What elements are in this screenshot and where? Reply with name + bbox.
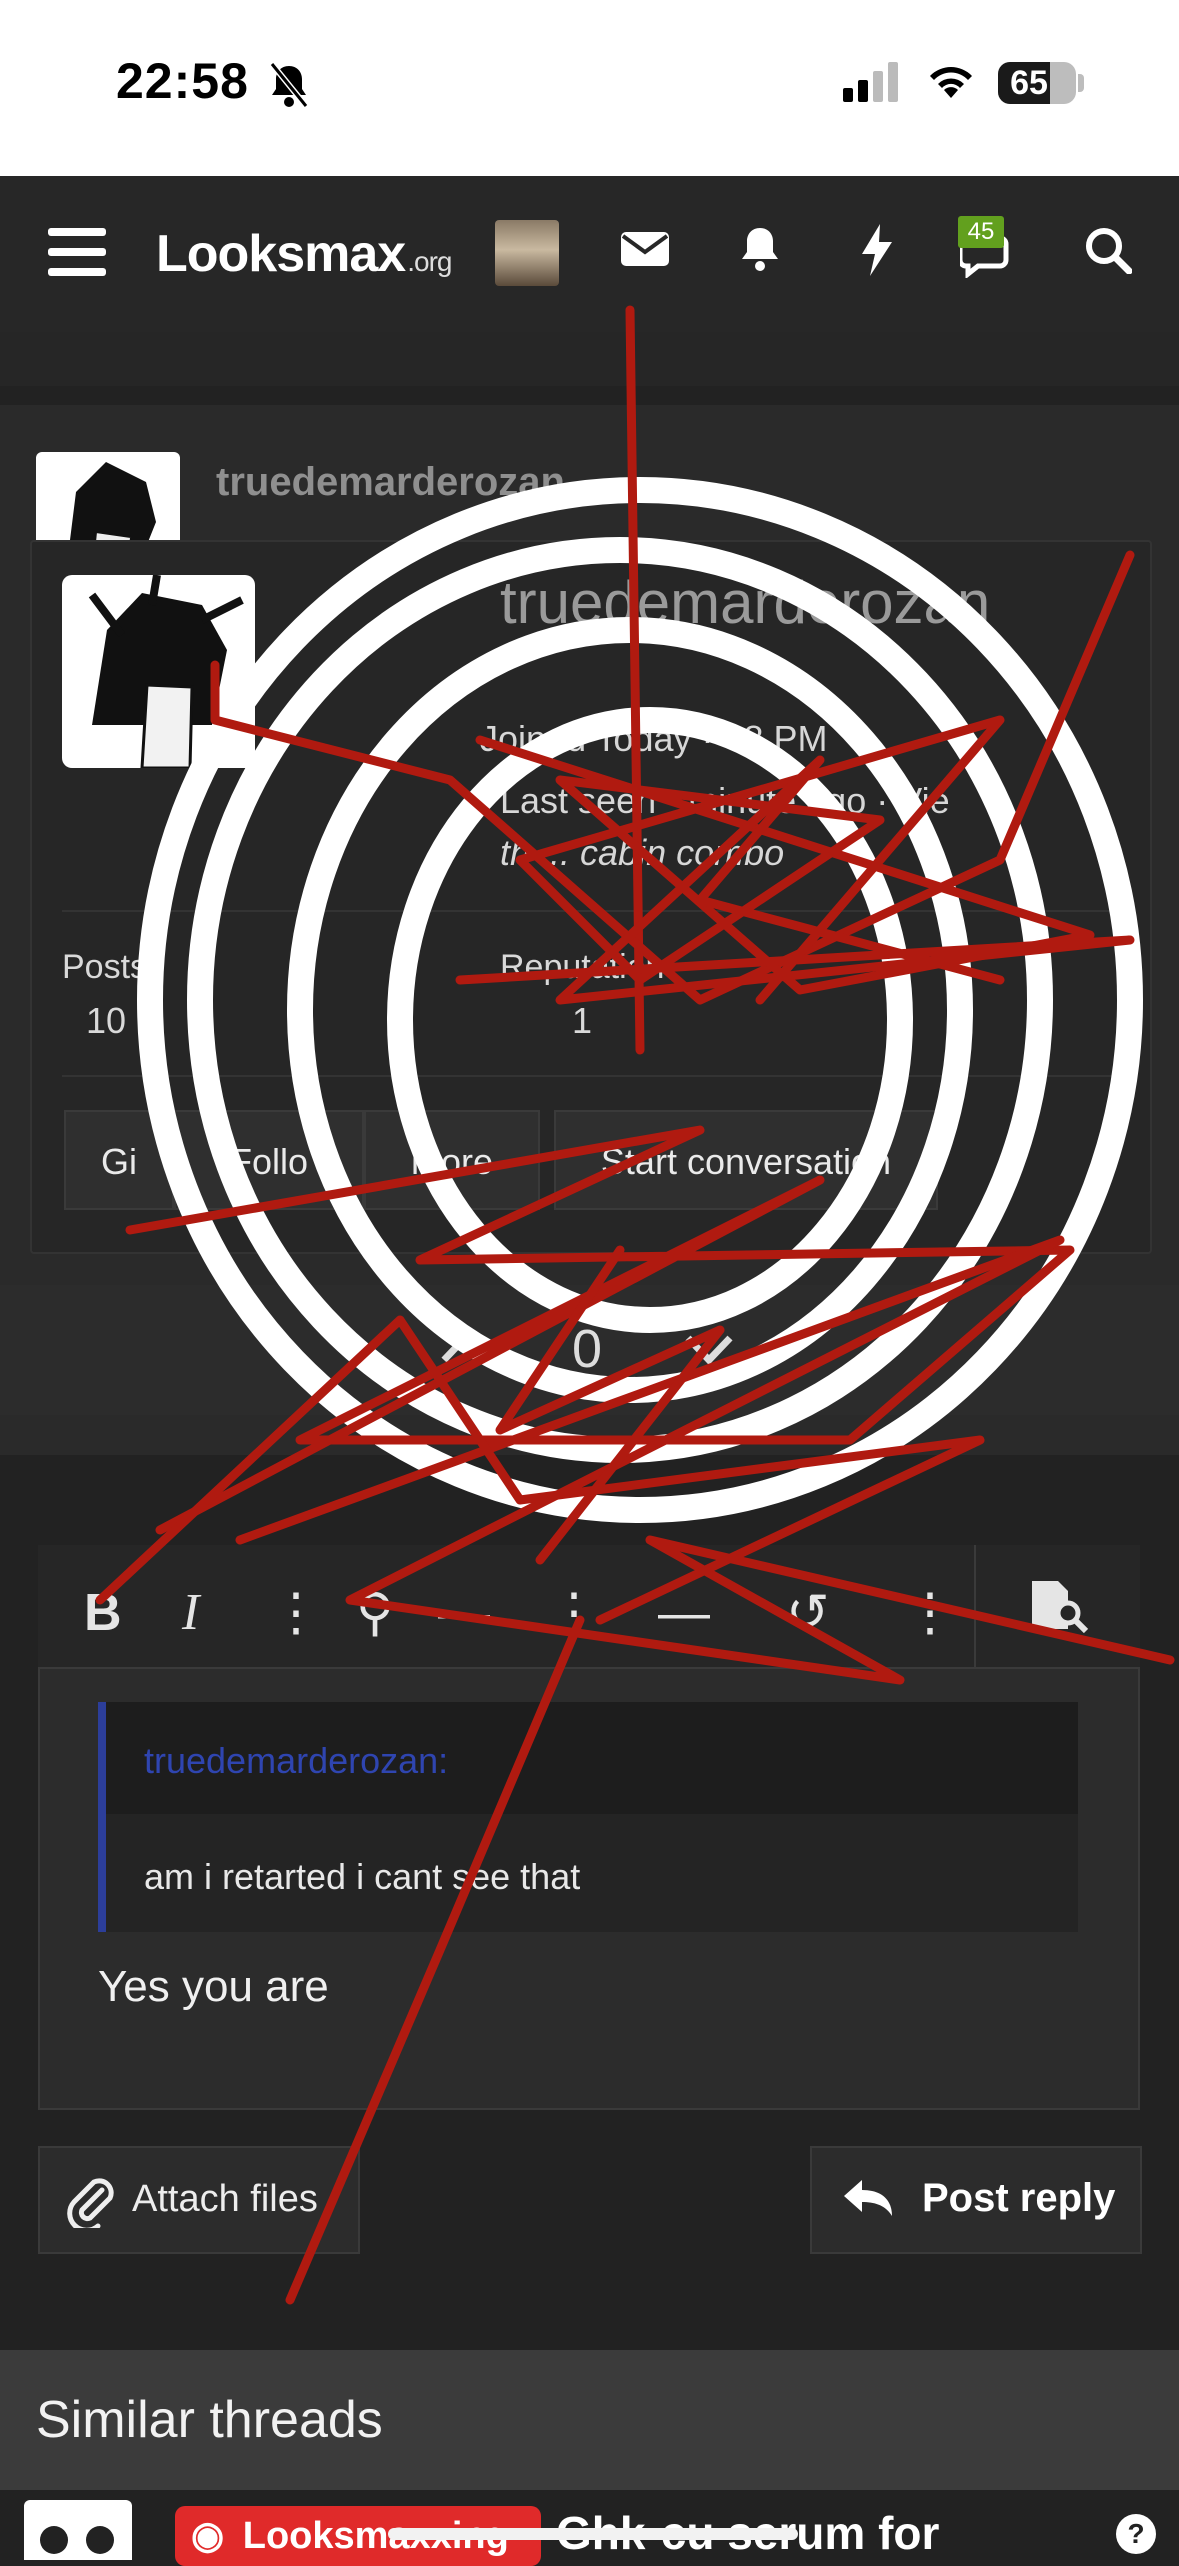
gift-button[interactable]: Gi <box>64 1110 174 1210</box>
preview-icon[interactable] <box>1028 1579 1090 1638</box>
top-nav-bar: Lᴏᴏksmax.org 45 <box>0 176 1179 332</box>
more-options-button[interactable]: more <box>364 1110 540 1210</box>
more-text-options-icon[interactable]: ⋮ <box>270 1583 322 1643</box>
member-viewing: th ... cabin combo <box>500 832 785 873</box>
stat-reputation-label: Reputation <box>500 948 665 986</box>
downvote-chevron-icon[interactable] <box>684 1334 734 1373</box>
list-icon[interactable]: — <box>438 1583 490 1643</box>
attach-files-label: Attach files <box>132 2178 318 2220</box>
inbox-icon[interactable] <box>620 228 670 273</box>
logo-suffix: .org <box>407 246 452 277</box>
toolbar-divider <box>974 1545 976 1667</box>
link-icon[interactable]: ⚲ <box>356 1583 394 1643</box>
italic-icon[interactable]: I <box>182 1583 199 1642</box>
quote-text: am i retarted i cant see that <box>144 1856 581 1897</box>
conversation-count-badge: 45 <box>958 216 1004 248</box>
member-card-avatar[interactable] <box>62 575 255 768</box>
search-icon[interactable] <box>1084 226 1133 279</box>
undo-icon[interactable]: ↺ <box>786 1583 830 1643</box>
upvote-chevron-icon[interactable] <box>440 1330 490 1369</box>
editor-toolbar: B I ⋮ ⚲ — ⋮ — ↺ ⋮ <box>38 1545 1140 1669</box>
alerts-bell-icon[interactable] <box>738 224 782 277</box>
follow-button[interactable]: Follo <box>174 1110 364 1210</box>
post-reply-label: Post reply <box>922 2176 1116 2220</box>
silent-bell-icon <box>268 62 310 113</box>
post-author-name[interactable]: truedemarderozan <box>216 460 565 505</box>
logo-text: Lᴏᴏksmax <box>156 225 406 283</box>
bold-icon[interactable]: B <box>84 1583 122 1643</box>
reply-text[interactable]: Yes you are <box>98 1962 329 2012</box>
user-avatar[interactable] <box>495 220 559 286</box>
quote-author[interactable]: truedemarderozan: <box>144 1740 448 1782</box>
thread-header-strip <box>0 332 1179 386</box>
vote-count: 0 <box>572 1319 603 1379</box>
member-card-username[interactable]: truedemarderozan <box>500 568 990 637</box>
svg-text:?: ? <box>1127 2518 1144 2549</box>
member-last-seen: Last seen · minute ago · Vie <box>500 780 950 821</box>
card-divider-2 <box>62 1075 1122 1077</box>
stat-posts-value[interactable]: 10 <box>86 1000 126 1042</box>
battery-level: 65 <box>1010 64 1048 102</box>
card-divider <box>62 910 1122 912</box>
battery-icon: 65 <box>998 62 1076 104</box>
status-time: 22:58 <box>116 53 249 109</box>
insert-icon[interactable]: ⋮ <box>548 1583 600 1643</box>
similar-threads-title: Similar threads <box>36 2391 383 2449</box>
whats-new-lightning-icon[interactable] <box>860 224 894 281</box>
help-icon[interactable]: ? <box>1114 2512 1158 2561</box>
paperclip-icon <box>66 2172 114 2233</box>
more-options-icon[interactable]: ⋮ <box>904 1583 956 1643</box>
reply-arrow-icon <box>842 2176 894 2225</box>
site-logo[interactable]: Lᴏᴏksmax.org <box>156 224 452 284</box>
wifi-icon <box>925 60 977 105</box>
cellular-signal-icon <box>843 62 903 107</box>
insert-media-icon[interactable]: — <box>658 1583 710 1643</box>
home-indicator <box>388 2528 798 2540</box>
member-joined-info: Joined Today · 48 PM <box>480 718 828 759</box>
stat-reputation-value[interactable]: 1 <box>572 1000 592 1042</box>
battery-tip <box>1078 74 1084 92</box>
thread-author-avatar[interactable] <box>24 2500 132 2560</box>
hamburger-menu-icon[interactable] <box>48 226 106 283</box>
start-conversation-button[interactable]: Start conversation <box>554 1110 938 1210</box>
eye-icon: ◉ <box>191 2515 225 2557</box>
stat-posts-label: Posts <box>62 948 148 986</box>
